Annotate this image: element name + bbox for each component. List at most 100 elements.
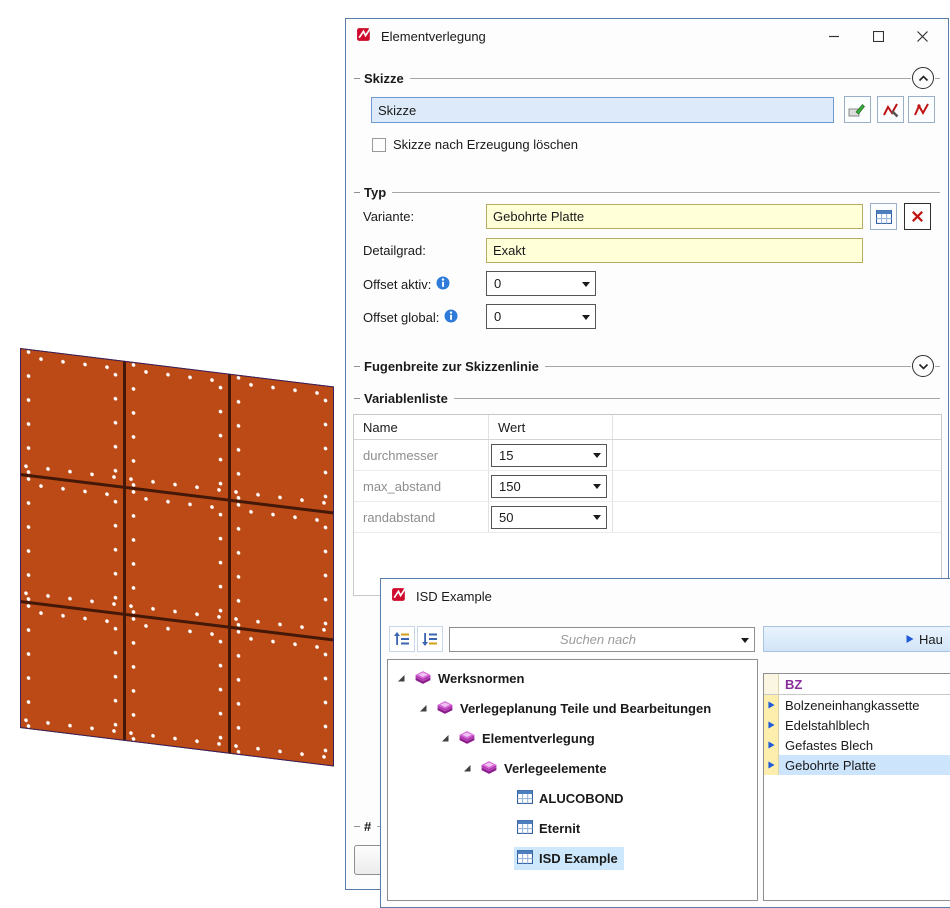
- list-row[interactable]: Bolzeneinhangkassette: [764, 695, 950, 715]
- tree-item-elementverlegung[interactable]: Elementverlegung: [388, 723, 757, 753]
- maximize-button[interactable]: [856, 21, 900, 51]
- section-header-variablenliste: Variablenliste: [354, 387, 940, 409]
- list-row-label: Gefastes Blech: [779, 735, 950, 755]
- catalog-book-icon: [458, 729, 476, 748]
- row-marker-icon: [764, 735, 779, 755]
- nav-header[interactable]: Hau: [763, 626, 950, 652]
- variable-name: max_abstand: [354, 471, 489, 501]
- tree-item-label: ISD Example: [539, 851, 618, 866]
- variable-name: durchmesser: [354, 440, 489, 470]
- section-header-skizze: Skizze: [354, 67, 940, 89]
- collapse-tree-button[interactable]: [417, 626, 443, 652]
- expanded-icon[interactable]: [418, 703, 431, 713]
- tree-item-isd-example[interactable]: ISD Example: [388, 843, 757, 873]
- list-row-selected[interactable]: Gebohrte Platte: [764, 755, 950, 775]
- drilled-panel[interactable]: [231, 629, 333, 766]
- drilled-panel[interactable]: [126, 362, 228, 499]
- expanded-icon[interactable]: [396, 673, 409, 683]
- drilled-panel[interactable]: [231, 502, 333, 639]
- tree-item-label: ALUCOBOND: [539, 791, 624, 806]
- draw-sketch-button[interactable]: [908, 96, 935, 123]
- drilled-panel[interactable]: [21, 603, 123, 740]
- column-header-bz[interactable]: BZ: [779, 674, 950, 694]
- expand-tree-button[interactable]: [389, 626, 415, 652]
- catalog-book-icon: [480, 759, 498, 778]
- skizze-collapse-button[interactable]: [912, 67, 934, 89]
- window-title: ISD Example: [416, 589, 492, 604]
- variable-value: 150: [499, 479, 593, 494]
- play-icon: [906, 632, 914, 647]
- titlebar[interactable]: Elementverlegung: [346, 19, 948, 53]
- expanded-icon[interactable]: [440, 733, 453, 743]
- table-row[interactable]: max_abstand 150: [354, 471, 941, 502]
- section-label: Typ: [364, 185, 386, 200]
- randabstand-combo[interactable]: 50: [491, 506, 607, 529]
- section-label: Skizze: [364, 71, 404, 86]
- selected-tree-node[interactable]: ISD Example: [514, 847, 624, 870]
- clear-variante-button[interactable]: [904, 203, 931, 230]
- tree-item-verlegeplanung[interactable]: Verlegeplanung Teile und Bearbeitungen: [388, 693, 757, 723]
- variante-input[interactable]: [486, 204, 863, 229]
- titlebar[interactable]: ISD Example: [381, 579, 950, 613]
- column-header-name[interactable]: Name: [354, 415, 489, 439]
- drilled-panel[interactable]: [21, 476, 123, 613]
- list-row[interactable]: Edelstahlblech: [764, 715, 950, 735]
- offset-global-combo[interactable]: 0: [486, 304, 596, 329]
- section-label: Variablenliste: [364, 391, 448, 406]
- chevron-down-icon: [593, 484, 601, 493]
- tree-item-label: Werksnormen: [438, 671, 524, 686]
- expanded-icon[interactable]: [462, 763, 475, 773]
- close-button[interactable]: [900, 21, 944, 51]
- tree-item-label: Verlegeplanung Teile und Bearbeitungen: [460, 701, 711, 716]
- table-row[interactable]: durchmesser 15: [354, 440, 941, 471]
- info-icon: [444, 309, 458, 326]
- delete-sketch-checkbox[interactable]: [372, 138, 386, 152]
- chevron-down-icon: [582, 315, 590, 324]
- section-header-typ: Typ: [354, 181, 940, 203]
- section-header-fugenbreite: Fugenbreite zur Skizzenlinie: [354, 355, 940, 377]
- tree-item-eternit[interactable]: Eternit: [388, 813, 757, 843]
- table-row[interactable]: randabstand 50: [354, 502, 941, 533]
- drilled-panel[interactable]: [21, 349, 123, 486]
- info-icon: [436, 276, 450, 293]
- column-header-wert[interactable]: Wert: [489, 415, 613, 439]
- catalog-table-button[interactable]: [870, 203, 897, 230]
- window-title: Elementverlegung: [381, 29, 486, 44]
- search-combo[interactable]: [449, 627, 755, 652]
- list-row[interactable]: Gefastes Blech: [764, 735, 950, 755]
- tree-item-verlegeelemente[interactable]: Verlegeelemente: [388, 753, 757, 783]
- section-label: #: [364, 819, 371, 834]
- search-input[interactable]: [455, 631, 741, 648]
- drilled-panel[interactable]: [126, 489, 228, 626]
- list-row-label: Gebohrte Platte: [779, 755, 950, 775]
- list-row-label: Edelstahlblech: [779, 715, 950, 735]
- row-marker-icon: [764, 695, 779, 715]
- max-abstand-combo[interactable]: 150: [491, 475, 607, 498]
- delete-sketch-checkbox-label: Skizze nach Erzeugung löschen: [393, 137, 578, 152]
- tree-item-label: Elementverlegung: [482, 731, 595, 746]
- new-sketch-button[interactable]: [877, 96, 904, 123]
- offset-aktiv-value: 0: [494, 276, 582, 291]
- offset-aktiv-label: Offset aktiv:: [363, 276, 450, 293]
- offset-aktiv-combo[interactable]: 0: [486, 271, 596, 296]
- list-header-row: BZ: [764, 674, 950, 695]
- durchmesser-combo[interactable]: 15: [491, 444, 607, 467]
- fugenbreite-expand-button[interactable]: [912, 355, 934, 377]
- offset-global-label: Offset global:: [363, 309, 458, 326]
- variable-value: 50: [499, 510, 593, 525]
- drilled-panel[interactable]: [126, 616, 228, 753]
- row-marker-icon: [764, 755, 779, 775]
- tree-item-alucobond[interactable]: ALUCOBOND: [388, 783, 757, 813]
- minimize-button[interactable]: [812, 21, 856, 51]
- variable-value: 15: [499, 448, 593, 463]
- table-icon: [517, 820, 533, 837]
- drilled-panel[interactable]: [231, 375, 333, 512]
- nav-header-label: Hau: [919, 632, 943, 647]
- tree-item-werksnormen[interactable]: Werksnormen: [388, 663, 757, 693]
- variable-table: Name Wert durchmesser 15 max_abstand 150: [353, 414, 942, 596]
- detailgrad-input[interactable]: [486, 238, 863, 263]
- pick-sketch-button[interactable]: [844, 96, 871, 123]
- marker-column-header: [764, 674, 779, 694]
- skizze-input[interactable]: [371, 97, 834, 123]
- list-row-label: Bolzeneinhangkassette: [779, 695, 950, 715]
